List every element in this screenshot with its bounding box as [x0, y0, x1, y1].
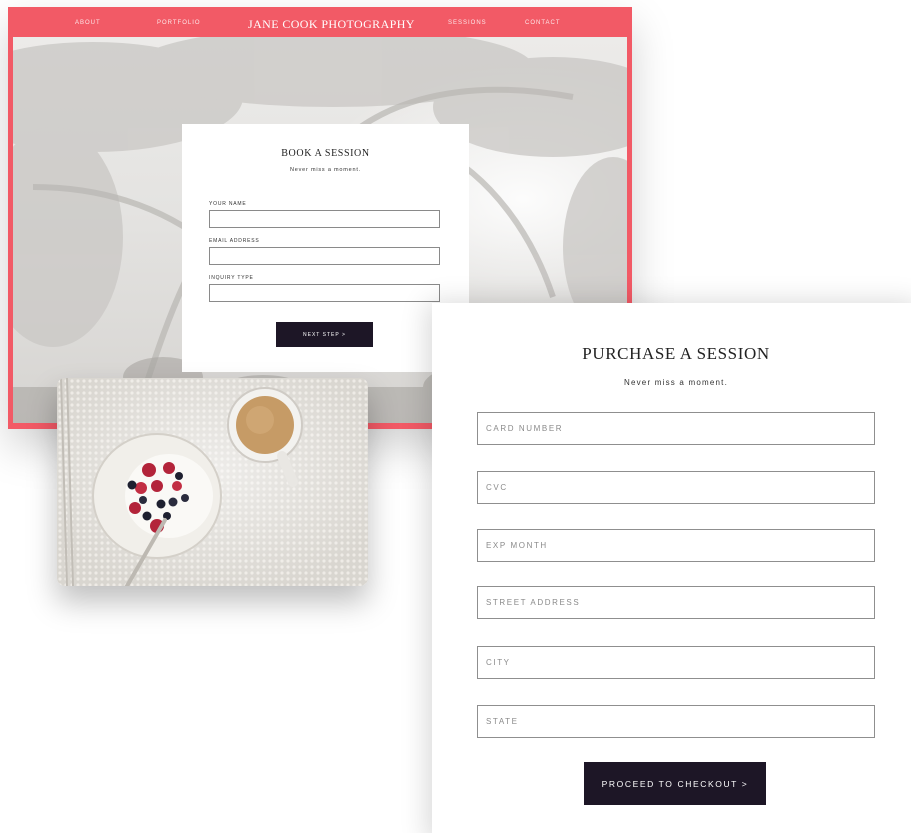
mockup-stage: BOOK A SESSION Never miss a moment. YOUR…	[0, 0, 911, 833]
card-number-field[interactable]	[477, 412, 875, 445]
inquiry-type-label: INQUIRY TYPE	[209, 275, 254, 281]
email-field[interactable]	[209, 247, 440, 265]
city-field[interactable]	[477, 646, 875, 679]
booking-form-card: BOOK A SESSION Never miss a moment. YOUR…	[182, 124, 469, 372]
nav-contact[interactable]: CONTACT	[525, 20, 561, 26]
exp-month-field[interactable]	[477, 529, 875, 562]
purchase-subtitle: Never miss a moment.	[623, 378, 729, 387]
name-label: YOUR NAME	[209, 201, 247, 207]
inquiry-type-field[interactable]	[209, 284, 440, 302]
purchase-title: PURCHASE A SESSION	[582, 344, 770, 363]
brand-logo[interactable]: JANE COOK PHOTOGRAPHY	[248, 17, 414, 32]
nav-portfolio[interactable]: PORTFOLIO	[157, 20, 201, 26]
nav-about[interactable]: ABOUT	[75, 20, 101, 26]
state-field[interactable]	[477, 705, 875, 738]
street-address-field[interactable]	[477, 586, 875, 619]
breakfast-photo	[57, 378, 368, 586]
proceed-to-checkout-button[interactable]: PROCEED TO CHECKOUT >	[584, 762, 766, 805]
email-label: EMAIL ADDRESS	[209, 238, 260, 244]
booking-title: BOOK A SESSION	[281, 148, 370, 159]
breakfast-image	[57, 378, 368, 586]
cvc-field[interactable]	[477, 471, 875, 504]
purchase-session-window: PURCHASE A SESSION Never miss a moment. …	[432, 303, 911, 833]
name-field[interactable]	[209, 210, 440, 228]
booking-subtitle: Never miss a moment.	[289, 167, 361, 173]
nav-sessions[interactable]: SESSIONS	[448, 20, 487, 26]
next-step-button[interactable]: NEXT STEP >	[276, 322, 373, 347]
site-nav: ABOUT PORTFOLIO JANE COOK PHOTOGRAPHY SE…	[8, 7, 632, 40]
